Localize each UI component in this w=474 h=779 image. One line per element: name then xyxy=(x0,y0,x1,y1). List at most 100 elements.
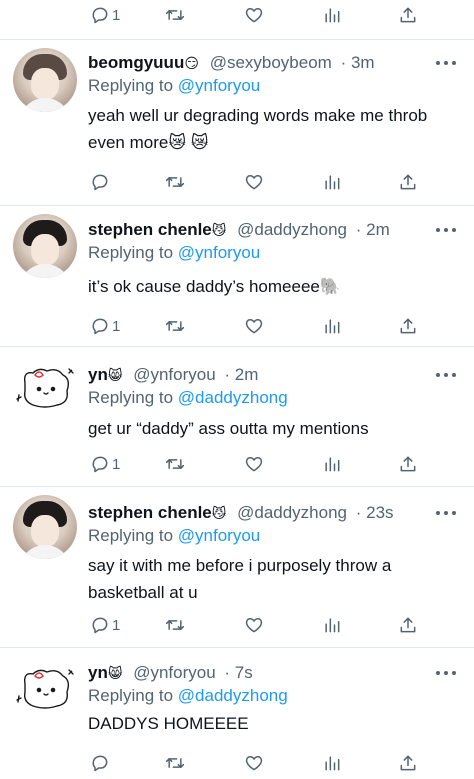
avatar[interactable] xyxy=(13,495,77,559)
stats-button[interactable] xyxy=(322,751,342,775)
display-name[interactable]: stephen chenle xyxy=(88,503,212,522)
timestamp[interactable]: · 2m xyxy=(224,365,258,384)
like-button[interactable] xyxy=(244,3,264,27)
reply-button[interactable]: 1 xyxy=(90,452,120,476)
heart-icon xyxy=(244,5,264,25)
reply-icon xyxy=(90,753,110,773)
replying-to-link[interactable]: @daddyzhong xyxy=(178,686,288,705)
like-button[interactable] xyxy=(244,751,264,775)
more-button[interactable] xyxy=(436,663,456,683)
action-bar: 1 xyxy=(0,314,474,338)
reply-button[interactable]: 1 xyxy=(90,3,120,27)
replying-to-link[interactable]: @daddyzhong xyxy=(178,388,288,407)
tweet[interactable]: yn😸 @ynforyou · 7s Replying to @daddyzho… xyxy=(0,648,474,779)
stats-button[interactable] xyxy=(322,3,342,27)
stats-icon xyxy=(322,454,342,474)
more-button[interactable] xyxy=(436,220,456,240)
tweet[interactable]: stephen chenle😼 @daddyzhong · 23s Replyi… xyxy=(0,487,474,647)
action-bar: 1 xyxy=(0,3,474,27)
tweet-header: stephen chenle😼 @daddyzhong · 23s xyxy=(88,502,394,524)
more-icon xyxy=(436,671,440,675)
retweet-icon xyxy=(165,316,185,336)
replying-to-link[interactable]: @ynforyou xyxy=(178,526,260,545)
avatar[interactable] xyxy=(13,48,77,112)
avatar[interactable] xyxy=(13,656,77,720)
replying-to: Replying to @daddyzhong xyxy=(88,686,288,705)
stats-icon xyxy=(322,615,342,635)
share-button[interactable] xyxy=(398,452,418,476)
retweet-button[interactable] xyxy=(165,314,185,338)
more-button[interactable] xyxy=(436,503,456,523)
stats-icon xyxy=(322,316,342,336)
like-button[interactable] xyxy=(244,314,264,338)
action-bar xyxy=(0,170,474,194)
display-name[interactable]: yn xyxy=(88,365,108,384)
share-button[interactable] xyxy=(398,170,418,194)
tweet[interactable]: beomgyuuu😏 @sexyboybeom · 3m Replying to… xyxy=(0,40,474,204)
timestamp[interactable]: · 2m xyxy=(356,220,390,239)
tweet-header: yn😸 @ynforyou · 2m xyxy=(88,364,258,386)
retweet-button[interactable] xyxy=(165,613,185,637)
share-icon xyxy=(398,615,418,635)
reply-button[interactable] xyxy=(90,170,112,194)
display-name[interactable]: beomgyuuu xyxy=(88,53,184,72)
display-name[interactable]: stephen chenle xyxy=(88,220,212,239)
more-button[interactable] xyxy=(436,365,456,385)
stats-button[interactable] xyxy=(322,613,342,637)
retweet-button[interactable] xyxy=(165,751,185,775)
heart-icon xyxy=(244,454,264,474)
more-icon xyxy=(436,228,440,232)
replying-to: Replying to @ynforyou xyxy=(88,243,261,262)
tweet[interactable]: yn😸 @ynforyou · 2m Replying to @daddyzho… xyxy=(0,347,474,485)
more-icon xyxy=(436,373,440,377)
like-button[interactable] xyxy=(244,452,264,476)
display-name[interactable]: yn xyxy=(88,663,108,682)
avatar[interactable] xyxy=(13,214,77,278)
retweet-button[interactable] xyxy=(165,3,185,27)
retweet-icon xyxy=(165,5,185,25)
like-button[interactable] xyxy=(244,613,264,637)
reply-button[interactable]: 1 xyxy=(90,613,120,637)
share-button[interactable] xyxy=(398,3,418,27)
user-handle[interactable]: @ynforyou xyxy=(133,663,215,682)
tweet[interactable]: stephen chenle😼 @daddyzhong · 2m Replyin… xyxy=(0,206,474,344)
name-emoji: 😼 xyxy=(211,222,227,238)
replying-to-link[interactable]: @ynforyou xyxy=(178,76,260,95)
stats-button[interactable] xyxy=(322,170,342,194)
stats-icon xyxy=(322,172,342,192)
heart-icon xyxy=(244,316,264,336)
stats-button[interactable] xyxy=(322,452,342,476)
share-icon xyxy=(398,753,418,773)
user-handle[interactable]: @sexyboybeom xyxy=(210,53,332,72)
share-icon xyxy=(398,454,418,474)
reply-button[interactable] xyxy=(90,751,112,775)
reply-button[interactable]: 1 xyxy=(90,314,120,338)
reply-icon xyxy=(90,316,110,336)
retweet-button[interactable] xyxy=(165,452,185,476)
replying-to-link[interactable]: @ynforyou xyxy=(178,243,260,262)
share-icon xyxy=(398,5,418,25)
share-button[interactable] xyxy=(398,751,418,775)
timestamp[interactable]: · 23s xyxy=(356,503,394,522)
user-handle[interactable]: @ynforyou xyxy=(133,365,215,384)
like-button[interactable] xyxy=(244,170,264,194)
timestamp[interactable]: · 3m xyxy=(341,53,375,72)
tweet-header: stephen chenle😼 @daddyzhong · 2m xyxy=(88,219,390,241)
tweet-header: yn😸 @ynforyou · 7s xyxy=(88,662,253,684)
cat-drawing-icon xyxy=(16,669,74,709)
more-button[interactable] xyxy=(436,53,456,73)
name-emoji: 😸 xyxy=(107,367,123,383)
user-handle[interactable]: @daddyzhong xyxy=(237,503,347,522)
share-button[interactable] xyxy=(398,613,418,637)
action-bar: 1 xyxy=(0,613,474,637)
retweet-button[interactable] xyxy=(165,170,185,194)
name-emoji: 😸 xyxy=(107,665,123,681)
stats-button[interactable] xyxy=(322,314,342,338)
retweet-icon xyxy=(165,172,185,192)
heart-icon xyxy=(244,172,264,192)
avatar[interactable] xyxy=(13,355,77,419)
user-handle[interactable]: @daddyzhong xyxy=(237,220,347,239)
timestamp[interactable]: · 7s xyxy=(224,663,252,682)
replying-to: Replying to @ynforyou xyxy=(88,76,261,95)
share-button[interactable] xyxy=(398,314,418,338)
